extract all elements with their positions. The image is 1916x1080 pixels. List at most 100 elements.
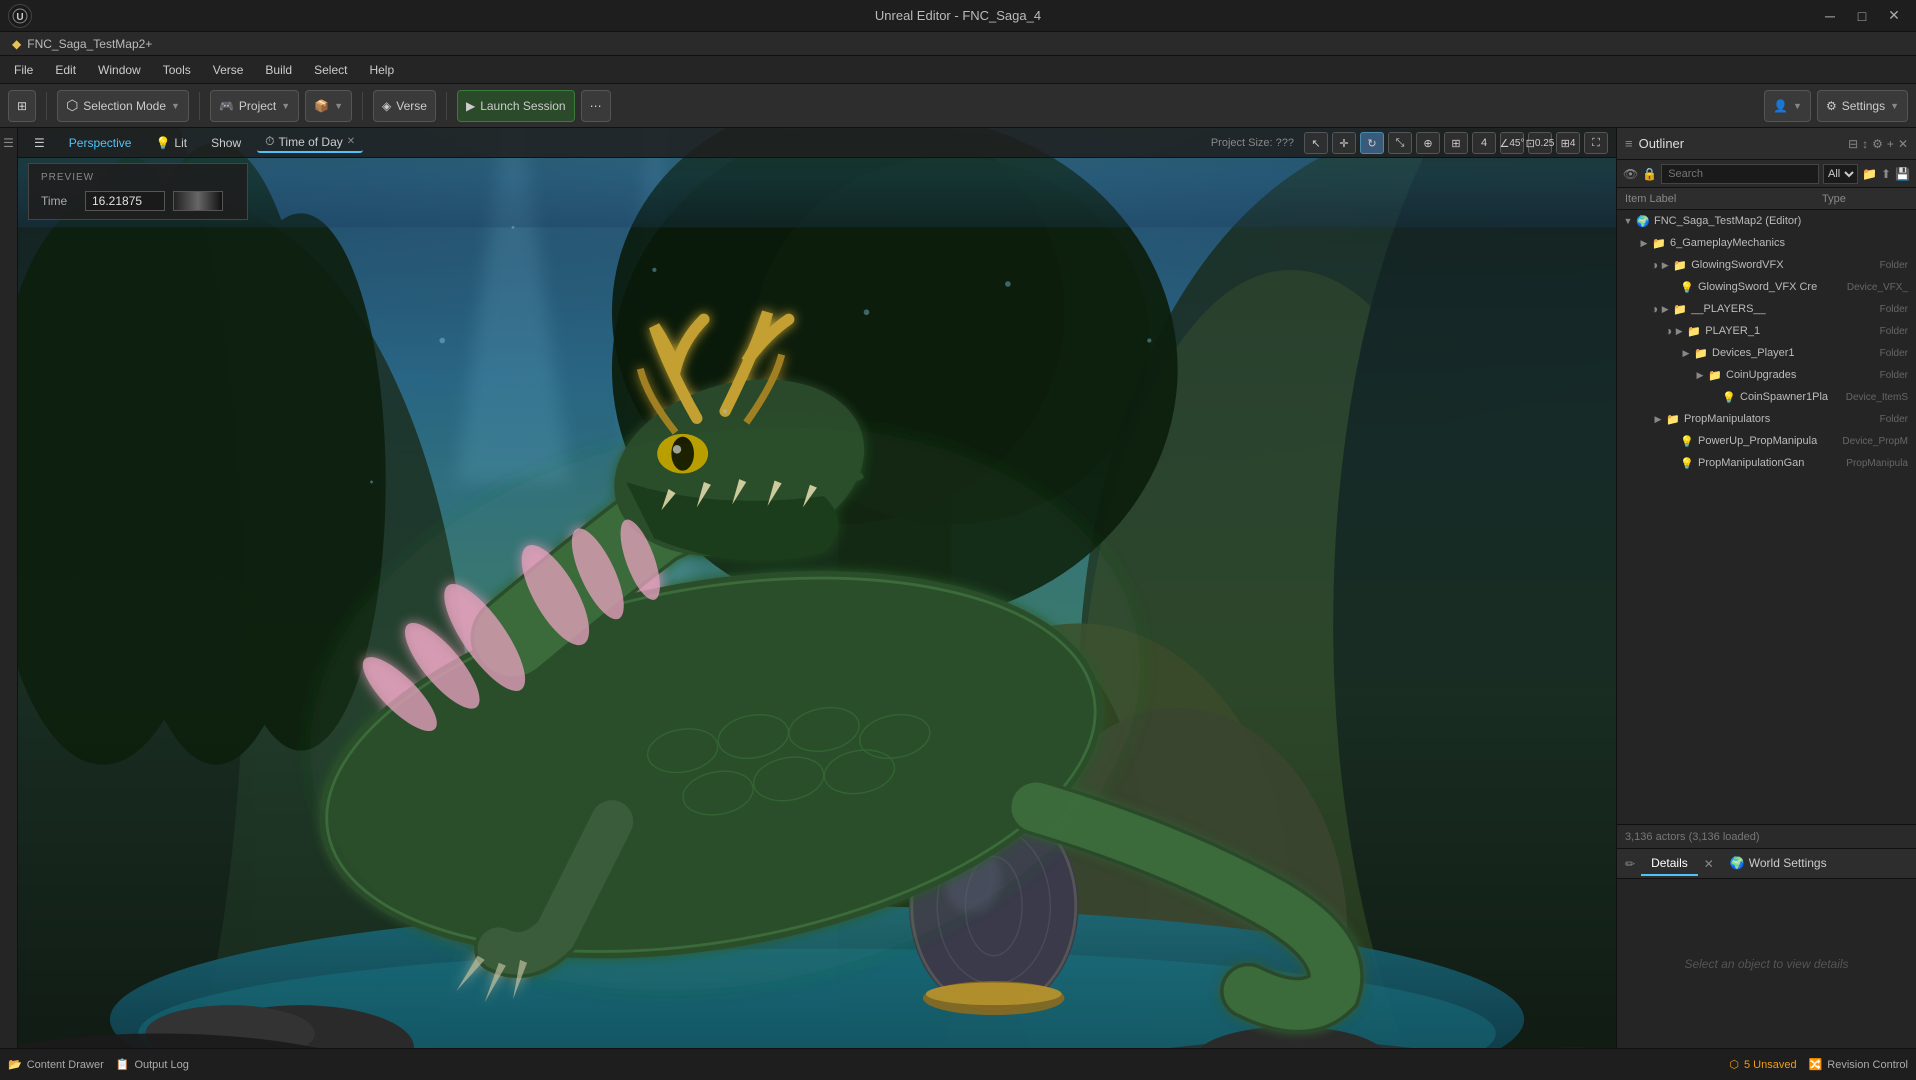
content-button[interactable]: 📦 ▼ [305,90,352,122]
tree-row[interactable]: ▶ 📁 6_GameplayMechanics [1617,232,1916,254]
settings-icon[interactable]: ⚙ [1872,137,1883,151]
expander-icon[interactable]: ▶ [1679,346,1693,360]
tree-row[interactable]: 💡 CoinSpawner1Pla Device_ItemS [1617,386,1916,408]
menu-file[interactable]: File [4,59,43,81]
create-folder-icon[interactable]: 📁 [1862,167,1877,181]
perspective-button[interactable]: Perspective [61,134,140,152]
viewport-container[interactable]: ☰ Perspective 💡 Lit Show ⏱ Time of Day ✕… [18,128,1616,1048]
project-arrow: ▼ [281,101,290,111]
expander-icon[interactable]: ▶ [1693,368,1707,382]
angle-value: 45° [1509,138,1524,149]
launch-options-button[interactable]: ⋯ [581,90,611,122]
menu-edit[interactable]: Edit [45,59,86,81]
transform-tool[interactable]: ⊕ [1416,132,1440,154]
lit-button[interactable]: 💡 Lit [147,134,195,152]
menu-help[interactable]: Help [359,59,404,81]
window-title: Unreal Editor - FNC_Saga_4 [875,8,1041,23]
tree-row[interactable]: ◑ ▶ 📁 __PLAYERS__ Folder [1617,298,1916,320]
tod-time-input[interactable] [85,191,165,211]
grid-size-btn[interactable]: 4 [1472,132,1496,154]
time-of-day-button[interactable]: ⏱ Time of Day ✕ [257,132,363,153]
user-button[interactable]: 👤 ▼ [1764,90,1811,122]
menu-build[interactable]: Build [255,59,302,81]
visibility-icon[interactable]: ◑ [1665,324,1672,338]
expander-icon[interactable]: ▼ [1621,214,1635,228]
move-tool[interactable]: ✛ [1332,132,1356,154]
select-tool[interactable]: ↖ [1304,132,1328,154]
cursor-icon: ⬡ [66,97,78,114]
filter-icon[interactable]: ⊟ [1848,137,1858,151]
expander-icon[interactable]: ▶ [1637,236,1651,250]
outliner-filter-dropdown[interactable]: All [1823,164,1858,184]
tod-close-icon[interactable]: ✕ [347,136,355,147]
unsaved-indicator[interactable]: ⬡ 5 Unsaved [1729,1058,1796,1071]
world-settings-tab[interactable]: 🌍 World Settings [1720,852,1837,876]
output-log-button[interactable]: 📋 Output Log [116,1058,189,1071]
tree-row[interactable]: ▶ 📁 CoinUpgrades Folder [1617,364,1916,386]
tree-row[interactable]: 💡 PropManipulationGan PropManipula [1617,452,1916,474]
scale-icon: ⊡ [1526,137,1535,150]
grid-btn[interactable]: ⊞ 4 [1556,132,1580,154]
visibility-icon[interactable]: ◑ [1651,258,1658,272]
import-icon[interactable]: ⬆ [1881,167,1891,181]
minimize-button[interactable]: ─ [1816,2,1844,30]
sidebar-toggle[interactable]: ☰ [3,136,14,150]
show-button[interactable]: Show [203,134,249,152]
visibility-icon[interactable]: ◑ [1651,302,1658,316]
tod-color-swatch[interactable] [173,191,223,211]
layout-button[interactable]: ⊞ [8,90,36,122]
surface-snapping[interactable]: ⊞ [1444,132,1468,154]
expander-icon[interactable]: ▶ [1672,324,1686,338]
details-close-icon[interactable]: ✕ [1704,857,1714,871]
angle-btn[interactable]: ∠ 45° [1500,132,1524,154]
close-button[interactable]: ✕ [1880,2,1908,30]
expander-icon[interactable]: ▶ [1658,302,1672,316]
tree-row[interactable]: ◑ ▶ 📁 GlowingSwordVFX Folder [1617,254,1916,276]
outliner-tree[interactable]: ▼ 🌍 FNC_Saga_TestMap2 (Editor) ▶ 📁 6_Gam… [1617,210,1916,824]
menu-window[interactable]: Window [88,59,151,81]
fullscreen-btn[interactable]: ⛶ [1584,132,1608,154]
unreal-engine-logo[interactable]: U [8,4,32,28]
menu-select[interactable]: Select [304,59,357,81]
tod-time-label: Time [41,194,77,208]
save-icon[interactable]: 💾 [1895,167,1910,181]
folder-icon: 📁 [1693,345,1709,361]
tree-item-type: Device_VFX_ [1847,282,1912,293]
tree-row[interactable]: 💡 GlowingSword_VFX Cre Device_VFX_ [1617,276,1916,298]
tree-item-label: PropManipulationGan [1698,457,1846,469]
add-icon[interactable]: + [1887,137,1894,151]
user-icon: 👤 [1773,99,1788,113]
launch-session-button[interactable]: ▶ Launch Session [457,90,575,122]
verse-icon: ◈ [382,99,391,113]
dots-icon: ⋯ [590,99,602,113]
clock-icon: ⏱ [265,134,274,149]
outliner-search-input[interactable] [1661,164,1819,184]
output-log-label: Output Log [134,1059,188,1071]
hamburger-menu[interactable]: ☰ [26,134,53,152]
tod-preview-panel: PREVIEW Time [28,163,248,220]
rotate-tool[interactable]: ↻ [1360,132,1384,154]
tree-row[interactable]: ▼ 🌍 FNC_Saga_TestMap2 (Editor) [1617,210,1916,232]
sort-icon[interactable]: ↕ [1862,137,1868,151]
expander-icon[interactable]: ▶ [1651,412,1665,426]
project-button[interactable]: 🎮 Project ▼ [210,90,299,122]
scale-btn[interactable]: ⊡ 0.25 [1528,132,1552,154]
verse-button[interactable]: ◈ Verse [373,90,436,122]
tree-row[interactable]: ▶ 📁 PropManipulators Folder [1617,408,1916,430]
title-bar: U Unreal Editor - FNC_Saga_4 ─ □ ✕ [0,0,1916,32]
menu-tools[interactable]: Tools [153,59,201,81]
outliner-close-icon[interactable]: ✕ [1898,137,1908,151]
content-drawer-button[interactable]: 📂 Content Drawer [8,1058,104,1071]
settings-button[interactable]: ⚙ Settings ▼ [1817,90,1908,122]
expander-icon[interactable]: ▶ [1658,258,1672,272]
maximize-button[interactable]: □ [1848,2,1876,30]
revision-control-button[interactable]: 🔀 Revision Control [1809,1058,1908,1071]
tree-row[interactable]: 💡 PowerUp_PropManipula Device_PropM [1617,430,1916,452]
selection-mode-button[interactable]: ⬡ Selection Mode ▼ [57,90,189,122]
tod-preview-title: PREVIEW [41,172,235,183]
scale-tool[interactable]: ⤡ [1388,132,1412,154]
tree-row[interactable]: ◑ ▶ 📁 PLAYER_1 Folder [1617,320,1916,342]
details-tab[interactable]: Details [1641,852,1698,876]
menu-verse[interactable]: Verse [203,59,254,81]
tree-row[interactable]: ▶ 📁 Devices_Player1 Folder [1617,342,1916,364]
